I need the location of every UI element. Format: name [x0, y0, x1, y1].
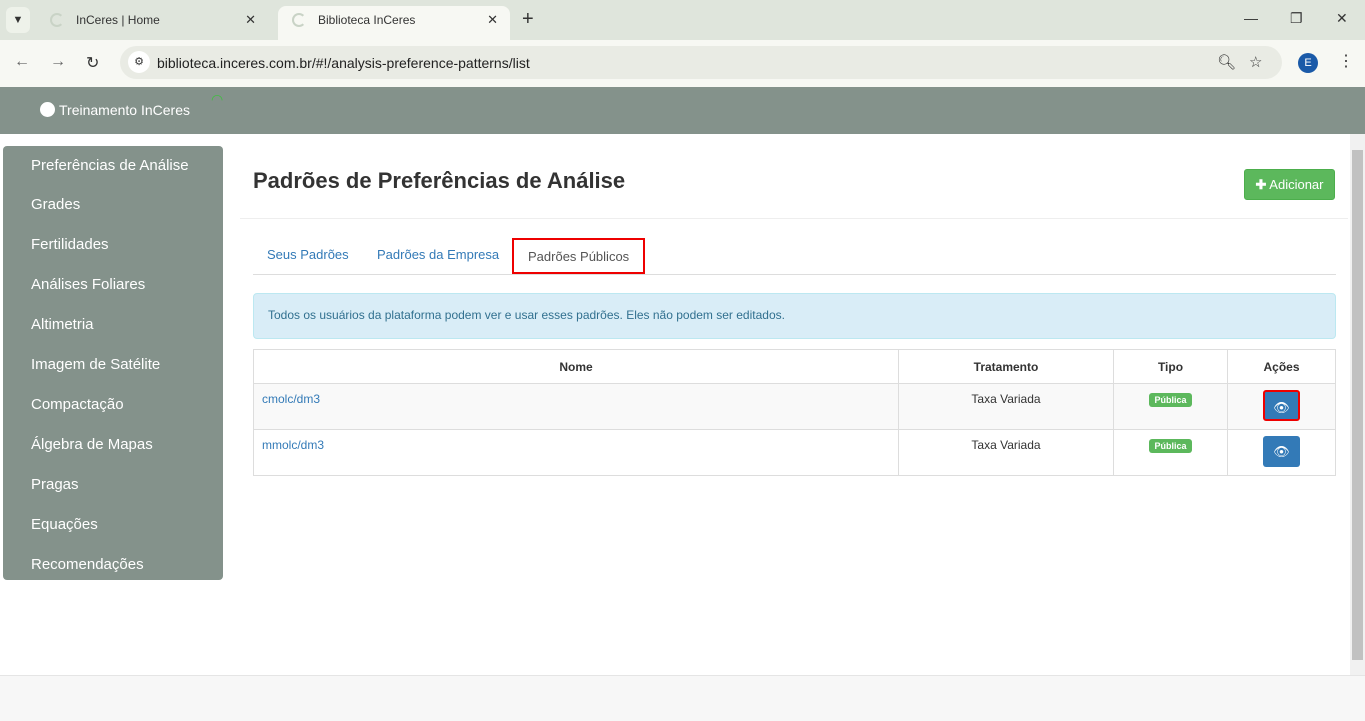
sidebar: Preferências de Análise Grades Fertilida…	[3, 146, 223, 580]
tab-padroes-empresa[interactable]: Padrões da Empresa	[363, 238, 513, 275]
sidebar-item[interactable]: Imagem de Satélite	[3, 345, 223, 385]
tab-search-button[interactable]: ▼	[6, 7, 30, 33]
app-header: Treinamento InCeres ◠	[0, 87, 1365, 134]
sidebar-item[interactable]: Fertilidades	[3, 225, 223, 265]
sidebar-item[interactable]: Grades	[3, 185, 223, 225]
status-badge: Pública	[1149, 393, 1192, 407]
plus-icon: ✚	[1255, 177, 1267, 192]
eye-icon: 👁︎	[1273, 400, 1290, 415]
tab-seus-padroes[interactable]: Seus Padrões	[253, 238, 363, 275]
back-icon[interactable]: ←	[14, 53, 30, 71]
col-header: Tratamento	[898, 349, 1114, 384]
tab-padroes-publicos[interactable]: Padrões Públicos	[512, 238, 646, 274]
browser-tab-biblioteca[interactable]: Biblioteca InCeres ✕	[278, 6, 510, 40]
sidebar-item[interactable]: Altimetria	[3, 305, 223, 345]
pattern-link[interactable]: mmolc/dm3	[262, 438, 324, 452]
sidebar-item[interactable]: Recomendações	[3, 545, 223, 585]
col-header: Ações	[1227, 349, 1336, 384]
more-menu-icon[interactable]: ⋮	[1338, 51, 1354, 71]
close-icon[interactable]: ✕	[487, 6, 498, 34]
pattern-link[interactable]: cmolc/dm3	[262, 392, 320, 406]
inceres-favicon-icon	[50, 13, 64, 27]
view-button[interactable]: 👁︎	[1263, 436, 1300, 467]
star-icon[interactable]: ☆	[1249, 53, 1262, 71]
eye-icon: 👁︎	[1273, 444, 1290, 459]
tab-title: InCeres | Home	[76, 13, 160, 27]
restore-icon[interactable]: ❐	[1290, 10, 1303, 27]
url-input[interactable]: ⚙ biblioteca.inceres.com.br/#!/analysis-…	[120, 46, 1282, 79]
footer	[0, 675, 1365, 721]
info-alert: Todos os usuários da plataforma podem ve…	[253, 293, 1336, 339]
patterns-table: Nome Tratamento Tipo Ações cmolc/dm3 Taxa V…	[253, 349, 1336, 476]
new-tab-icon[interactable]: +	[522, 8, 534, 31]
user-icon	[40, 102, 55, 117]
user-menu[interactable]: Treinamento InCeres	[40, 102, 190, 118]
reload-icon[interactable]: ↻	[86, 53, 99, 73]
view-button[interactable]: 👁︎	[1263, 390, 1300, 421]
address-bar-row: ← → ↻ ⚙ biblioteca.inceres.com.br/#!/ana…	[0, 40, 1365, 87]
divider	[240, 218, 1348, 219]
user-name: Treinamento InCeres	[59, 102, 190, 118]
browser-tabbar: ▼ InCeres | Home ✕ Biblioteca InCeres ✕ + …	[0, 0, 1365, 40]
close-icon[interactable]: ✕	[245, 6, 256, 34]
tab-title: Biblioteca InCeres	[318, 13, 416, 27]
url-text: biblioteca.inceres.com.br/#!/analysis-pr…	[157, 55, 530, 71]
wifi-icon: ◠	[211, 91, 224, 107]
scrollbar-thumb[interactable]	[1352, 150, 1363, 660]
sidebar-item[interactable]: Equações	[3, 505, 223, 545]
site-settings-icon[interactable]: ⚙	[128, 51, 150, 73]
page-title: Padrões de Preferências de Análise	[253, 168, 626, 193]
add-label: Adicionar	[1269, 177, 1324, 192]
minimize-icon[interactable]: —	[1244, 10, 1258, 26]
zoom-icon[interactable]: 🔍︎	[1217, 53, 1236, 71]
pattern-tabs: Seus Padrões Padrões da Empresa Padrões …	[253, 238, 1336, 275]
col-header: Nome	[253, 349, 899, 384]
add-button[interactable]: ✚ Adicionar	[1244, 169, 1335, 200]
browser-tab-home[interactable]: InCeres | Home ✕	[36, 6, 268, 40]
inceres-favicon-icon	[292, 13, 306, 27]
table-row: mmolc/dm3 Taxa Variada Pública 👁︎	[253, 429, 1336, 476]
sidebar-item[interactable]: Análises Foliares	[3, 265, 223, 305]
sidebar-item[interactable]: Álgebra de Mapas	[3, 425, 223, 465]
close-window-icon[interactable]: ✕	[1336, 10, 1348, 27]
profile-avatar[interactable]: E	[1298, 53, 1318, 73]
status-badge: Pública	[1149, 439, 1192, 453]
sidebar-item[interactable]: Preferências de Análise	[3, 146, 223, 185]
table-row: cmolc/dm3 Taxa Variada Pública 👁︎	[253, 383, 1336, 430]
col-header: Tipo	[1113, 349, 1228, 384]
sidebar-item[interactable]: Pragas	[3, 465, 223, 505]
scrollbar[interactable]	[1350, 134, 1365, 675]
forward-icon[interactable]: →	[50, 53, 66, 71]
sidebar-item[interactable]: Compactação	[3, 385, 223, 425]
tratamento-cell: Taxa Variada	[898, 383, 1114, 430]
tratamento-cell: Taxa Variada	[898, 429, 1114, 476]
